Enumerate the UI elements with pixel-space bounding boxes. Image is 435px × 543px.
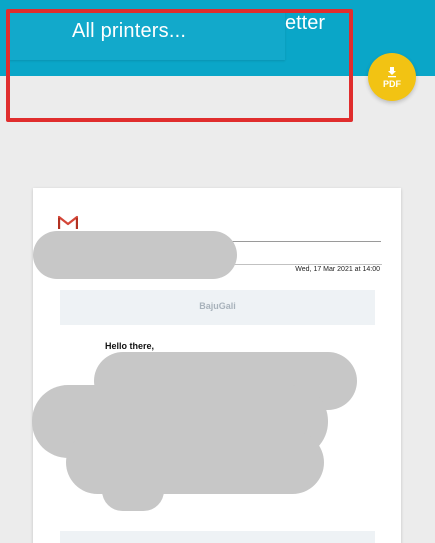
highlight-annotation	[6, 9, 353, 122]
pdf-label: PDF	[383, 78, 401, 89]
sender-name: BajuGali	[199, 301, 236, 311]
redaction-block	[33, 231, 237, 279]
gmail-logo	[58, 215, 78, 229]
print-preview-screen: All printers... etter PDF Wed, 17 Mar 20…	[0, 0, 435, 543]
footer-banner	[60, 531, 375, 543]
email-greeting: Hello there,	[105, 341, 155, 351]
redaction-block	[102, 470, 164, 511]
email-date: Wed, 17 Mar 2021 at 14:00	[295, 266, 380, 273]
download-icon	[388, 66, 396, 77]
sender-banner: BajuGali	[60, 290, 375, 325]
save-as-pdf-button[interactable]: PDF	[368, 53, 416, 101]
